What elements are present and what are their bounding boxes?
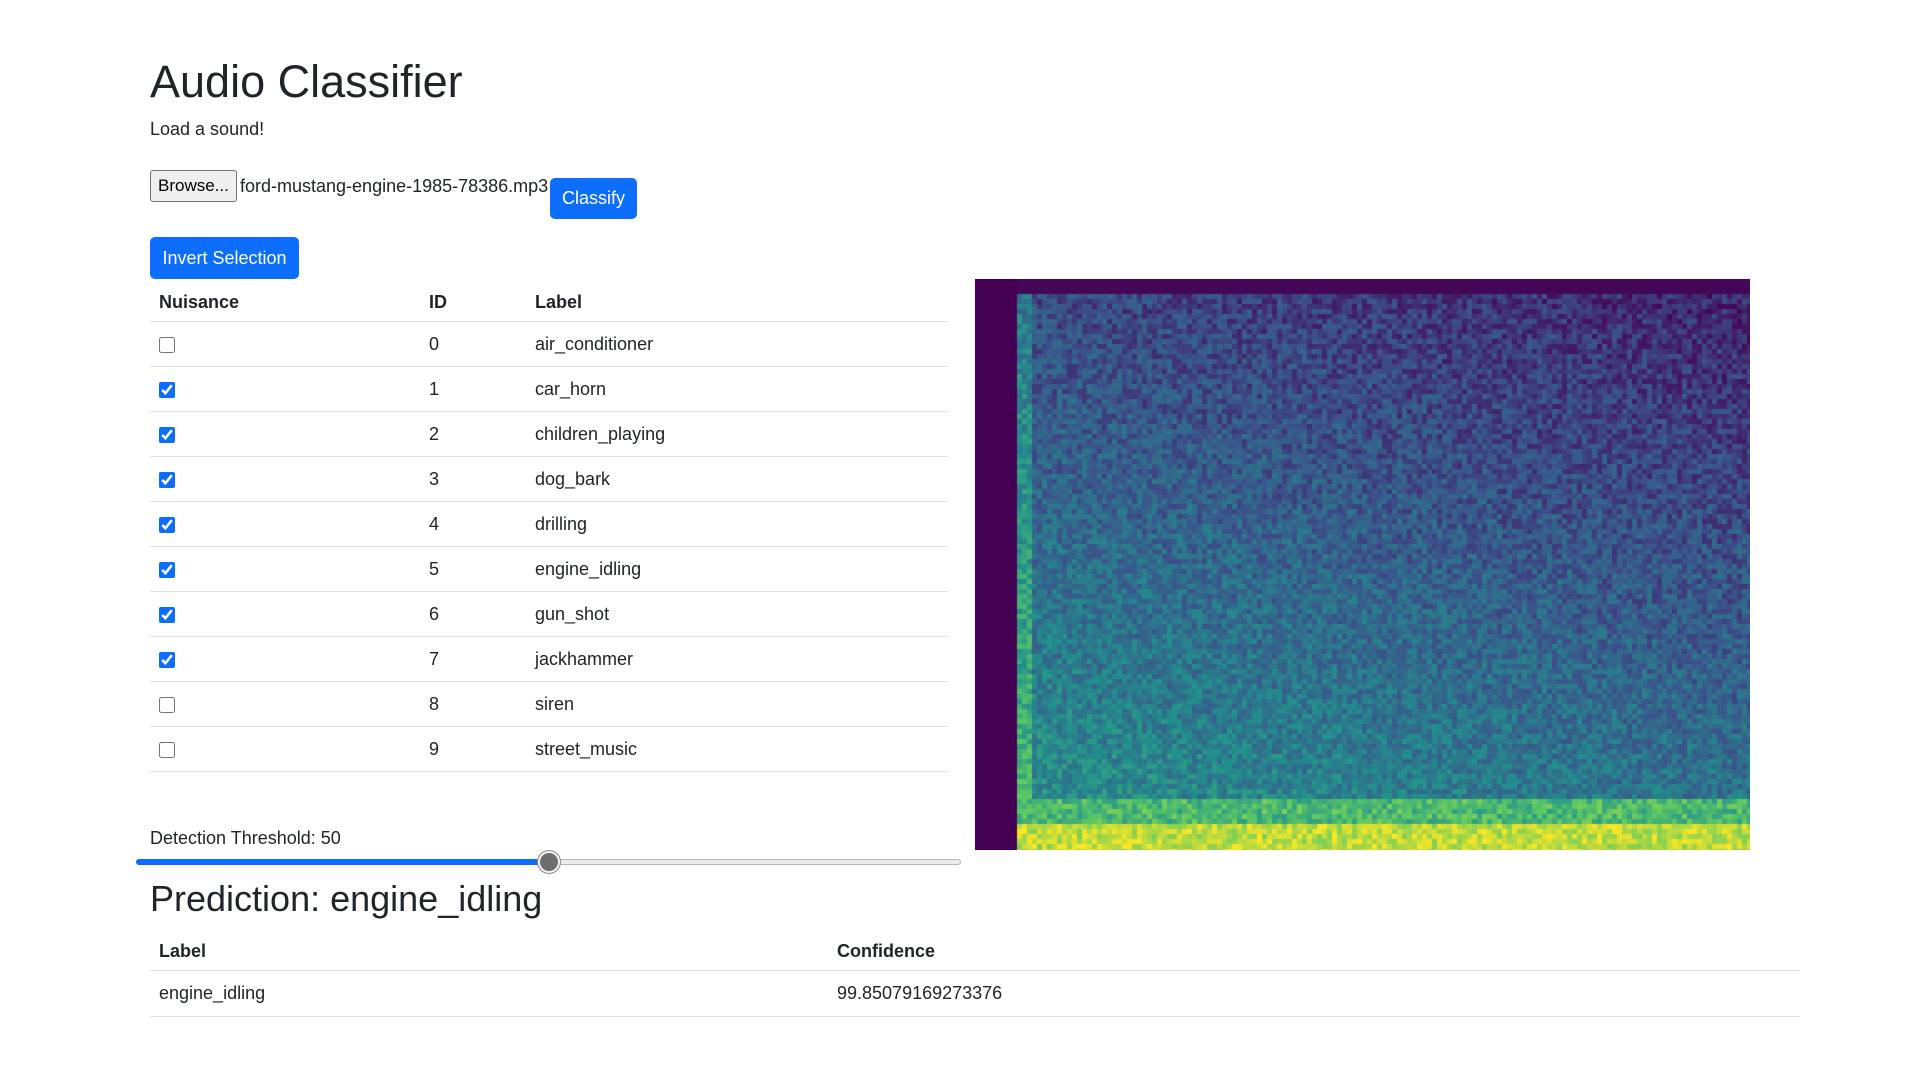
- invert-selection-button[interactable]: Invert Selection: [150, 237, 299, 279]
- file-input-row: Browse... ford-mustang-engine-1985-78386…: [150, 170, 950, 220]
- spectrogram-image: [975, 279, 1750, 850]
- slider-fill: [136, 859, 549, 865]
- table-row: 3 dog_bark: [150, 456, 948, 502]
- table-row: 9 street_music: [150, 726, 948, 772]
- label-cell: engine_idling: [526, 546, 948, 592]
- id-cell: 9: [420, 726, 526, 772]
- table-row: engine_idling 99.85079169273376: [150, 970, 1800, 1017]
- nuisance-cell: [150, 501, 420, 547]
- threshold-slider[interactable]: [136, 850, 961, 874]
- prediction-table: Label Confidence engine_idling 99.850791…: [150, 933, 1800, 1017]
- table-row: 1 car_horn: [150, 366, 948, 412]
- label-cell: dog_bark: [526, 456, 948, 502]
- nuisance-cell: [150, 681, 420, 727]
- id-cell: 4: [420, 501, 526, 547]
- id-cell: 1: [420, 366, 526, 412]
- nuisance-cell: [150, 591, 420, 637]
- threshold-label: Detection Threshold: 50: [150, 828, 341, 848]
- selected-file-name: ford-mustang-engine-1985-78386.mp3: [240, 176, 549, 196]
- nuisance-cell: [150, 411, 420, 457]
- nuisance-cell: [150, 366, 420, 412]
- nuisance-cell: [150, 636, 420, 682]
- label-cell: air_conditioner: [526, 321, 948, 367]
- nuisance-checkbox[interactable]: [159, 741, 175, 758]
- nuisance-cell: [150, 546, 420, 592]
- id-cell: 3: [420, 456, 526, 502]
- column-header-label: Label: [150, 933, 828, 971]
- id-cell: 2: [420, 411, 526, 457]
- label-cell: children_playing: [526, 411, 948, 457]
- id-cell: 5: [420, 546, 526, 592]
- id-cell: 7: [420, 636, 526, 682]
- nuisance-checkbox[interactable]: [159, 471, 175, 488]
- nuisance-cell: [150, 456, 420, 502]
- column-header-nuisance: Nuisance: [150, 284, 420, 322]
- nuisance-checkbox[interactable]: [159, 561, 175, 578]
- table-row: 5 engine_idling: [150, 546, 948, 592]
- nuisance-checkbox[interactable]: [159, 381, 175, 398]
- nuisance-cell: [150, 321, 420, 367]
- label-cell: drilling: [526, 501, 948, 547]
- nuisance-table: Nuisance ID Label 0 air_conditioner 1 ca…: [150, 284, 948, 772]
- id-cell: 6: [420, 591, 526, 637]
- table-row: 8 siren: [150, 681, 948, 727]
- browse-button[interactable]: Browse...: [150, 170, 237, 202]
- table-row: 6 gun_shot: [150, 591, 948, 637]
- page-subtitle: Load a sound!: [150, 119, 265, 139]
- label-cell: siren: [526, 681, 948, 727]
- nuisance-checkbox[interactable]: [159, 336, 175, 353]
- slider-thumb[interactable]: [538, 851, 560, 873]
- column-header-confidence: Confidence: [828, 933, 1800, 971]
- table-row: 4 drilling: [150, 501, 948, 547]
- id-cell: 8: [420, 681, 526, 727]
- nuisance-checkbox[interactable]: [159, 651, 175, 668]
- label-cell: car_horn: [526, 366, 948, 412]
- table-header-row: Nuisance ID Label: [150, 284, 948, 322]
- column-header-label: Label: [526, 284, 948, 322]
- prediction-confidence-cell: 99.85079169273376: [828, 970, 1800, 1017]
- table-row: 7 jackhammer: [150, 636, 948, 682]
- prediction-label-cell: engine_idling: [150, 970, 828, 1017]
- nuisance-checkbox[interactable]: [159, 426, 175, 443]
- nuisance-cell: [150, 726, 420, 772]
- label-cell: street_music: [526, 726, 948, 772]
- table-row: 2 children_playing: [150, 411, 948, 457]
- nuisance-checkbox[interactable]: [159, 696, 175, 713]
- table-header-row: Label Confidence: [150, 933, 1800, 971]
- prediction-title: Prediction: engine_idling: [150, 878, 543, 919]
- nuisance-checkbox[interactable]: [159, 606, 175, 623]
- id-cell: 0: [420, 321, 526, 367]
- label-cell: jackhammer: [526, 636, 948, 682]
- column-header-id: ID: [420, 284, 526, 322]
- label-cell: gun_shot: [526, 591, 948, 637]
- classify-button[interactable]: Classify: [550, 178, 637, 219]
- page-title: Audio Classifier: [150, 56, 463, 107]
- nuisance-checkbox[interactable]: [159, 516, 175, 533]
- table-row: 0 air_conditioner: [150, 321, 948, 367]
